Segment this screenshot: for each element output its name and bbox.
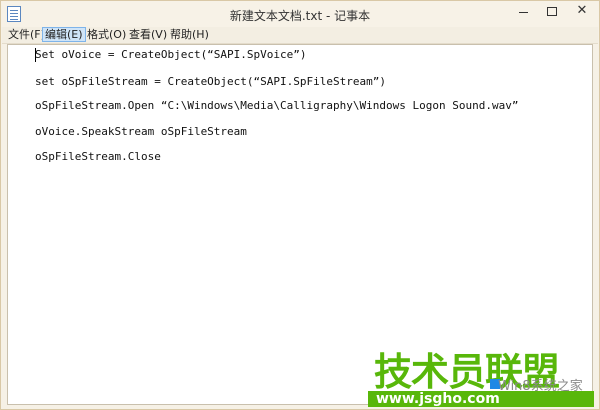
code-line-2[interactable]: set oSpFileStream = CreateObject(“SAPI.S… bbox=[35, 75, 386, 88]
menu-format[interactable]: 格式(O) bbox=[85, 27, 128, 42]
maximize-button[interactable] bbox=[537, 1, 565, 21]
menu-edit[interactable]: 编辑(E) bbox=[42, 27, 86, 42]
code-line-5[interactable]: oSpFileStream.Close bbox=[35, 150, 161, 163]
code-line-1[interactable]: Set oVoice = CreateObject(“SAPI.SpVoice”… bbox=[35, 48, 307, 61]
site-watermark: 技术员联盟 Win8系统之家 www.jsgho.com bbox=[366, 341, 596, 407]
menu-file[interactable]: 文件(F) bbox=[6, 27, 47, 42]
code-line-3[interactable]: oSpFileStream.Open “C:\Windows\Media\Cal… bbox=[35, 99, 518, 112]
watermark-url-band: www.jsgho.com bbox=[368, 391, 594, 407]
menu-bar: 文件(F) 编辑(E) 格式(O) 查看(V) 帮助(H) bbox=[2, 27, 598, 44]
title-bar[interactable]: 新建文本文档.txt - 记事本 ✕ bbox=[1, 1, 599, 27]
close-button[interactable]: ✕ bbox=[565, 1, 599, 21]
menu-view[interactable]: 查看(V) bbox=[127, 27, 169, 42]
menu-help[interactable]: 帮助(H) bbox=[168, 27, 211, 42]
notepad-window: 新建文本文档.txt - 记事本 ✕ 文件(F) 编辑(E) 格式(O) 查看(… bbox=[0, 0, 600, 410]
minimize-button[interactable] bbox=[509, 1, 537, 21]
code-line-4[interactable]: oVoice.SpeakStream oSpFileStream bbox=[35, 125, 247, 138]
watermark-url: www.jsgho.com bbox=[376, 391, 500, 407]
